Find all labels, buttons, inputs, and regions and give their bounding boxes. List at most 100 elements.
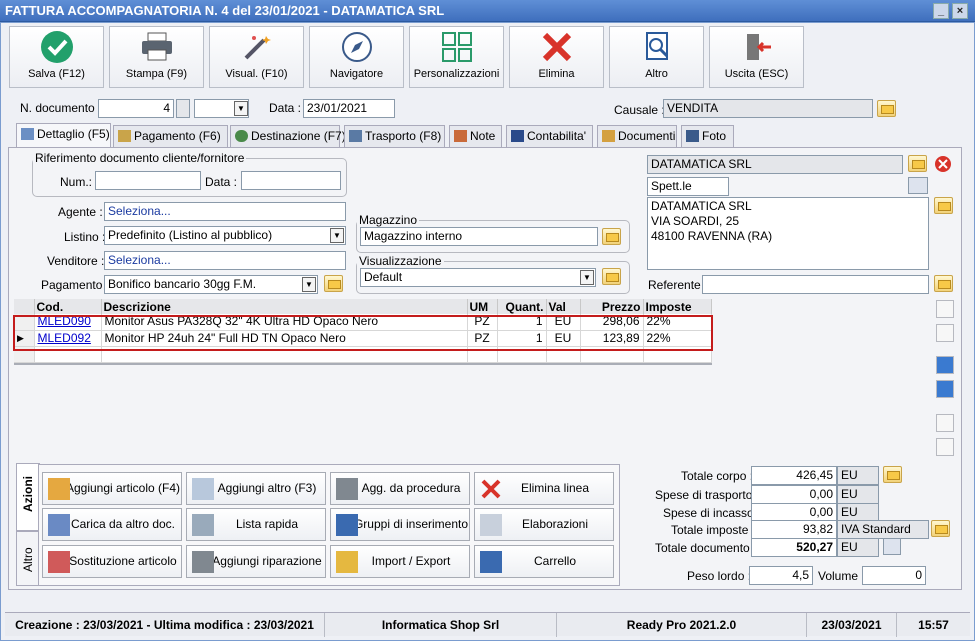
rif-date-field[interactable] — [241, 171, 341, 190]
sort-icon[interactable] — [936, 300, 954, 318]
causale-field[interactable]: VENDITA — [663, 99, 873, 118]
chevron-down-icon[interactable]: ▼ — [234, 101, 248, 116]
col-imposte[interactable]: Imposte — [643, 299, 712, 314]
rif-num-field[interactable] — [95, 171, 201, 190]
col-prezzo[interactable]: Prezzo — [580, 299, 644, 314]
add-other-button[interactable]: Aggiungi altro (F3) — [186, 472, 326, 505]
contact-icon[interactable] — [908, 177, 928, 194]
pagamento-select[interactable]: Bonifico bancario 30gg F.M. — [104, 275, 318, 294]
causale-label: Causale : — [614, 103, 665, 117]
folder-icon[interactable] — [934, 197, 953, 214]
camera-icon — [686, 130, 699, 142]
arrow-up-icon[interactable] — [936, 356, 954, 374]
search-icon[interactable] — [936, 324, 954, 342]
replace-icon — [48, 551, 70, 573]
col-um[interactable]: UM — [467, 299, 498, 314]
venditore-field[interactable]: Seleziona... — [104, 251, 346, 270]
col-val[interactable]: Val — [546, 299, 581, 314]
note-icon — [454, 130, 467, 142]
window-title: FATTURA ACCOMPAGNATORIA N. 4 del 23/01/2… — [5, 3, 445, 18]
tab-azioni[interactable]: Azioni — [16, 463, 40, 531]
shipping-field[interactable]: 0,00 — [751, 485, 837, 504]
agente-field[interactable]: Seleziona... — [104, 202, 346, 221]
tab-pagamento[interactable]: Pagamento (F6) — [113, 125, 228, 147]
col-quant[interactable]: Quant. — [497, 299, 547, 314]
delete-line-button[interactable]: Elimina linea — [474, 472, 614, 505]
tab-documenti[interactable]: Documenti — [597, 125, 677, 147]
print-button[interactable]: Stampa (F9) — [109, 26, 204, 88]
referente-field[interactable] — [702, 275, 929, 294]
paste-icon[interactable] — [936, 438, 954, 456]
tab-trasporto[interactable]: Trasporto (F8) — [344, 125, 445, 147]
add-article-button[interactable]: Aggiungi articolo (F4) — [42, 472, 182, 505]
printer-icon — [110, 27, 203, 67]
address-box[interactable]: DATAMATICA SRL VIA SOARDI, 25 48100 RAVE… — [647, 197, 929, 270]
navigator-button[interactable]: Navigatore — [309, 26, 404, 88]
chevron-down-icon[interactable]: ▼ — [330, 228, 344, 243]
listino-label: Listino : — [64, 230, 106, 244]
arrow-down-icon[interactable] — [936, 380, 954, 398]
doc-spin[interactable] — [176, 99, 190, 118]
visual-select[interactable]: Default — [360, 268, 596, 287]
volume-field[interactable]: 0 — [862, 566, 926, 585]
tab-altro[interactable]: Altro — [16, 531, 40, 586]
tab-destinazione[interactable]: Destinazione (F7) — [230, 125, 346, 147]
close-window-button[interactable]: × — [952, 3, 968, 19]
spett-field[interactable]: Spett.le — [647, 177, 729, 196]
folder-icon[interactable] — [324, 275, 343, 292]
delete-button[interactable]: Elimina — [509, 26, 604, 88]
insert-groups-button[interactable]: Gruppi di inserimento — [330, 508, 470, 541]
folder-icon[interactable] — [602, 268, 621, 285]
vat-field[interactable]: IVA Standard — [837, 520, 929, 539]
payment-icon — [118, 130, 131, 142]
tab-contabilita[interactable]: Contabilita' — [506, 125, 593, 147]
weight-label: Peso lordo : — [687, 569, 752, 583]
exit-button[interactable]: Uscita (ESC) — [709, 26, 804, 88]
tab-foto[interactable]: Foto — [681, 125, 734, 147]
processing-button[interactable]: Elaborazioni — [474, 508, 614, 541]
doc-number-field[interactable]: 4 — [98, 99, 174, 118]
add-from-procedure-button[interactable]: Agg. da procedura — [330, 472, 470, 505]
database-icon — [336, 551, 358, 573]
col-descrizione[interactable]: Descrizione — [101, 299, 468, 314]
magazzino-field[interactable]: Magazzino interno — [360, 227, 598, 246]
check-icon — [10, 27, 103, 67]
save-button[interactable]: Salva (F12) — [9, 26, 104, 88]
taxes-field: 93,82 — [751, 520, 837, 539]
zoom-icon[interactable] — [883, 538, 901, 555]
col-cod[interactable]: Cod. — [34, 299, 102, 314]
folder-icon[interactable] — [883, 466, 902, 483]
replace-article-button[interactable]: Sostituzione articolo — [42, 545, 182, 578]
other-button[interactable]: Altro — [609, 26, 704, 88]
detail-icon — [21, 128, 34, 140]
copy-icon[interactable] — [936, 414, 954, 432]
import-export-button[interactable]: Import / Export — [330, 545, 470, 578]
add-other-icon — [192, 478, 214, 500]
preview-button[interactable]: Visual. (F10) — [209, 26, 304, 88]
minimize-button[interactable]: _ — [933, 3, 949, 19]
folder-icon[interactable] — [931, 520, 950, 537]
tab-note[interactable]: Note — [449, 125, 502, 147]
chevron-down-icon[interactable]: ▼ — [580, 270, 594, 285]
clear-icon[interactable] — [934, 155, 952, 173]
load-from-doc-button[interactable]: Carica da altro doc. — [42, 508, 182, 541]
folder-icon[interactable] — [602, 228, 621, 245]
folder-icon[interactable] — [877, 100, 896, 117]
status-date: 23/03/2021 — [807, 613, 897, 637]
listino-select[interactable]: Predefinito (Listino al pubblico) — [104, 226, 346, 245]
folder-icon[interactable] — [934, 275, 953, 292]
tab-dettaglio[interactable]: Dettaglio (F5) — [16, 123, 111, 147]
truck-icon — [349, 130, 362, 142]
weight-field[interactable]: 4,5 — [749, 566, 813, 585]
customer-name-field[interactable]: DATAMATICA SRL — [647, 155, 903, 174]
status-version: Ready Pro 2021.2.0 — [557, 613, 807, 637]
folder-icon[interactable] — [908, 155, 927, 172]
groups-icon — [336, 514, 358, 536]
cart-button[interactable]: Carrello — [474, 545, 614, 578]
taxes-label: Totale imposte : — [671, 523, 756, 537]
add-repair-button[interactable]: Aggiungi riparazione — [186, 545, 326, 578]
customizations-button[interactable]: Personalizzazioni — [409, 26, 504, 88]
quick-list-button[interactable]: Lista rapida — [186, 508, 326, 541]
date-field[interactable]: 23/01/2021 — [303, 99, 395, 118]
chevron-down-icon[interactable]: ▼ — [302, 277, 316, 292]
